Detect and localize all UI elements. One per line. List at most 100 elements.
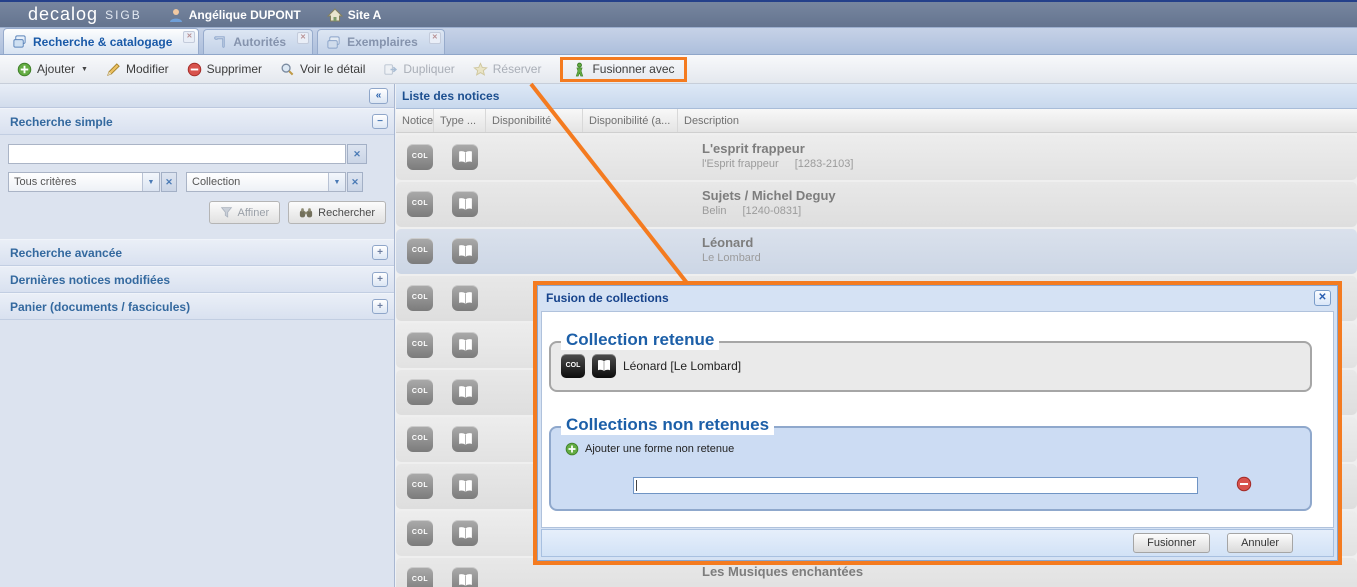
add-discarded-form-link[interactable]: Ajouter une forme non retenue [565, 442, 734, 456]
button-label: Modifier [126, 62, 169, 76]
list-panel-title: Liste des notices [396, 84, 1357, 109]
open-book-icon [452, 473, 478, 499]
column-header[interactable]: Disponibilité (a... [583, 109, 678, 132]
tab-exemplaires[interactable]: Exemplaires ✕ [317, 29, 445, 54]
field-select[interactable]: Collection ▼ [186, 172, 346, 192]
tab-autorites[interactable]: Autorités ✕ [203, 29, 313, 54]
tab-label: Autorités [233, 35, 286, 49]
merge-person-icon [572, 62, 587, 77]
minus-circle-icon [187, 62, 202, 77]
criteria-select-value: Tous critères [9, 173, 142, 191]
search-input[interactable] [8, 144, 346, 164]
delete-button[interactable]: Supprimer [178, 59, 271, 80]
open-book-icon [592, 354, 616, 378]
section-title: Recherche avancée [10, 246, 122, 260]
list-column-headers: NoticeType ...DisponibilitéDisponibilité… [396, 109, 1357, 133]
section-title: Dernières notices modifiées [10, 273, 170, 287]
pencil-icon [106, 62, 121, 77]
clear-search-icon[interactable]: ✕ [347, 144, 367, 164]
discarded-form-input[interactable] [633, 477, 1198, 494]
notice-title: Les Musiques enchantées [702, 564, 863, 579]
current-site: Site A [327, 7, 382, 23]
clear-field-icon[interactable]: ✕ [347, 172, 363, 192]
collection-badge: COL [407, 426, 433, 452]
tab-close-icon[interactable]: ✕ [297, 32, 309, 44]
tab-label: Recherche & catalogage [33, 35, 172, 49]
collection-badge: COL [407, 520, 433, 546]
advanced-search-header[interactable]: Recherche avancée + [0, 239, 394, 266]
clear-criteria-icon[interactable]: ✕ [161, 172, 177, 192]
notice-subtitle: l'Esprit frappeur[1283-2103] [702, 158, 853, 170]
merge-collections-dialog: Fusion de collections ✕ Collection reten… [533, 281, 1342, 565]
refine-button: Affiner [209, 201, 281, 224]
notice-subtitle: Le Lombard [702, 252, 777, 264]
application-topbar: decalog SIGB Angélique DUPONT Site A [0, 0, 1357, 28]
button-label: Réserver [493, 62, 542, 76]
notice-row[interactable]: COLSujets / Michel DeguyBelin[1240-0831] [396, 182, 1357, 227]
chevron-down-icon[interactable]: ▼ [142, 173, 159, 191]
simple-search-form: ✕ Tous critères ▼ ✕ Collection ▼ ✕ Affin… [0, 135, 394, 231]
kept-collection-legend: Collection retenue [561, 330, 719, 350]
notice-row[interactable]: COLL'esprit frappeurl'Esprit frappeur[12… [396, 135, 1357, 180]
stacked-windows-icon [326, 35, 341, 50]
button-label: Rechercher [318, 207, 375, 219]
column-header[interactable]: Description [678, 109, 1357, 132]
magnifier-icon [280, 62, 295, 77]
tab-close-icon[interactable]: ✕ [183, 31, 195, 43]
discarded-collections-legend: Collections non retenues [561, 415, 774, 435]
expand-section-icon[interactable]: + [372, 299, 388, 314]
merge-button[interactable]: Fusionner [1133, 533, 1210, 553]
collapse-panel-button[interactable]: « [369, 88, 388, 104]
add-button[interactable]: Ajouter ▼ [8, 59, 97, 80]
kept-collection-label: Léonard [Le Lombard] [623, 359, 741, 373]
expand-section-icon[interactable]: + [372, 245, 388, 260]
expand-section-icon[interactable]: + [372, 272, 388, 287]
sidebar-top-strip: « [0, 84, 394, 108]
user-name: Angélique DUPONT [189, 8, 301, 22]
collapse-section-button[interactable]: − [372, 114, 388, 129]
tab-recherche-catalogage[interactable]: Recherche & catalogage ✕ [3, 28, 199, 54]
basket-header[interactable]: Panier (documents / fascicules) + [0, 293, 394, 320]
duplicate-button: Dupliquer [374, 59, 463, 80]
user-icon [168, 7, 184, 23]
search-button[interactable]: Rechercher [288, 201, 386, 224]
collection-badge: COL [407, 567, 433, 587]
section-title: Panier (documents / fascicules) [10, 300, 190, 314]
notice-subtitle: Belin[1240-0831] [702, 205, 836, 217]
current-user: Angélique DUPONT [168, 7, 301, 23]
open-book-icon [452, 567, 478, 587]
caret-down-icon: ▼ [81, 66, 88, 73]
app-logo-suffix: SIGB [105, 8, 142, 22]
collection-badge: COL [407, 332, 433, 358]
collection-badge: COL [407, 144, 433, 170]
button-label: Ajouter [37, 62, 75, 76]
column-header[interactable]: Disponibilité [486, 109, 583, 132]
simple-search-header[interactable]: Recherche simple − [0, 108, 394, 135]
merge-with-button[interactable]: Fusionner avec [567, 60, 679, 79]
tab-close-icon[interactable]: ✕ [429, 32, 441, 44]
button-label: Supprimer [207, 62, 262, 76]
app-logo: decalog [28, 4, 98, 25]
remove-line-icon[interactable] [1236, 476, 1252, 492]
dialog-close-icon[interactable]: ✕ [1314, 290, 1331, 306]
notice-row[interactable]: COLLéonardLe Lombard [396, 229, 1357, 274]
button-label: Fusionner avec [592, 62, 674, 76]
cancel-button[interactable]: Annuler [1227, 533, 1293, 553]
plus-circle-icon [17, 62, 32, 77]
search-sidebar: « Recherche simple − ✕ Tous critères ▼ ✕… [0, 84, 395, 587]
add-link-label: Ajouter une forme non retenue [585, 443, 734, 455]
column-header[interactable]: Type ... [434, 109, 486, 132]
notice-title: Léonard [702, 235, 777, 250]
open-book-icon [452, 238, 478, 264]
open-book-icon [452, 144, 478, 170]
discarded-collections-fieldset: Collections non retenues Ajouter une for… [549, 426, 1312, 511]
last-modified-notices-header[interactable]: Dernières notices modifiées + [0, 266, 394, 293]
column-header[interactable]: Notice [396, 109, 434, 132]
funnel-icon [220, 206, 233, 219]
criteria-select[interactable]: Tous critères ▼ [8, 172, 160, 192]
dialog-title: Fusion de collections [538, 286, 1337, 311]
view-detail-button[interactable]: Voir le détail [271, 59, 374, 80]
collection-badge: COL [561, 354, 585, 378]
chevron-down-icon[interactable]: ▼ [328, 173, 345, 191]
edit-button[interactable]: Modifier [97, 59, 178, 80]
